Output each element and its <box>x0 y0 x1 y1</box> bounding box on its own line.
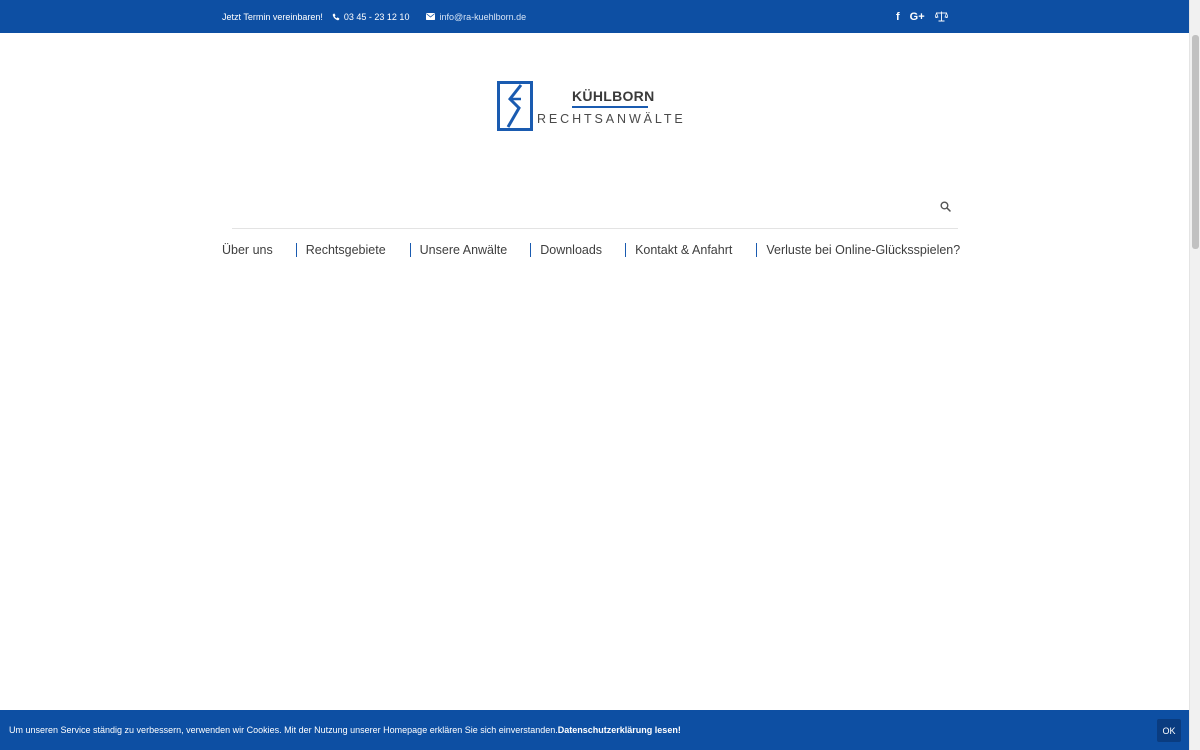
brand-tagline: RECHTSANWÄLTE <box>537 112 686 126</box>
nav-item-unsere-anwaelte[interactable]: Unsere Anwälte <box>420 240 508 260</box>
appointment-text: Jetzt Termin vereinbaren! <box>222 11 323 22</box>
cookie-message: Um unseren Service ständig zu verbessern… <box>9 710 681 750</box>
top-bar-contact: Jetzt Termin vereinbaren! 03 45 - 23 12 … <box>222 0 526 33</box>
nav-separator <box>625 243 627 257</box>
nav-separator <box>756 243 758 257</box>
site-logo[interactable]: KÜHLBORN RECHTSANWÄLTE <box>497 81 687 133</box>
nav-item-online-gluecksspiele[interactable]: Verluste bei Online-Glücksspielen? <box>766 240 960 260</box>
social-links: f G+ <box>896 0 948 33</box>
nav-separator <box>530 243 532 257</box>
email-address: info@ra-kuehlborn.de <box>439 11 527 22</box>
brand-underline <box>572 106 648 108</box>
envelope-icon <box>426 13 436 20</box>
nav-separator <box>409 243 411 257</box>
phone-icon <box>332 13 340 21</box>
facebook-icon[interactable]: f <box>896 10 900 24</box>
nav-separator <box>295 243 297 257</box>
nav-item-rechtsgebiete[interactable]: Rechtsgebiete <box>306 240 386 260</box>
google-plus-icon[interactable]: G+ <box>910 10 925 24</box>
email-link[interactable]: info@ra-kuehlborn.de <box>426 12 526 22</box>
brand-name: KÜHLBORN <box>572 88 655 104</box>
top-bar: Jetzt Termin vereinbaren! 03 45 - 23 12 … <box>0 0 1189 33</box>
nav-item-ueber-uns[interactable]: Über uns <box>222 240 273 260</box>
nav-item-downloads[interactable]: Downloads <box>540 240 602 260</box>
privacy-policy-link[interactable]: Datenschutzerklärung lesen! <box>558 725 681 735</box>
logo-mark-icon <box>497 81 533 131</box>
phone-number: 03 45 - 23 12 10 <box>343 11 410 22</box>
search-icon[interactable] <box>940 199 951 217</box>
scrollbar-thumb[interactable] <box>1192 35 1199 249</box>
nav-item-kontakt-anfahrt[interactable]: Kontakt & Anfahrt <box>635 240 732 260</box>
main-navigation: Über uns Rechtsgebiete Unsere Anwälte Do… <box>222 240 960 260</box>
cookie-ok-button[interactable]: OK <box>1157 719 1181 742</box>
header-divider <box>232 228 958 229</box>
cookie-text: Um unseren Service ständig zu verbessern… <box>9 725 558 735</box>
page-scrollbar[interactable] <box>1189 0 1200 750</box>
cookie-banner: Um unseren Service ständig zu verbessern… <box>0 710 1189 750</box>
balance-scale-icon[interactable] <box>934 10 948 24</box>
phone-link[interactable]: 03 45 - 23 12 10 <box>332 11 410 22</box>
